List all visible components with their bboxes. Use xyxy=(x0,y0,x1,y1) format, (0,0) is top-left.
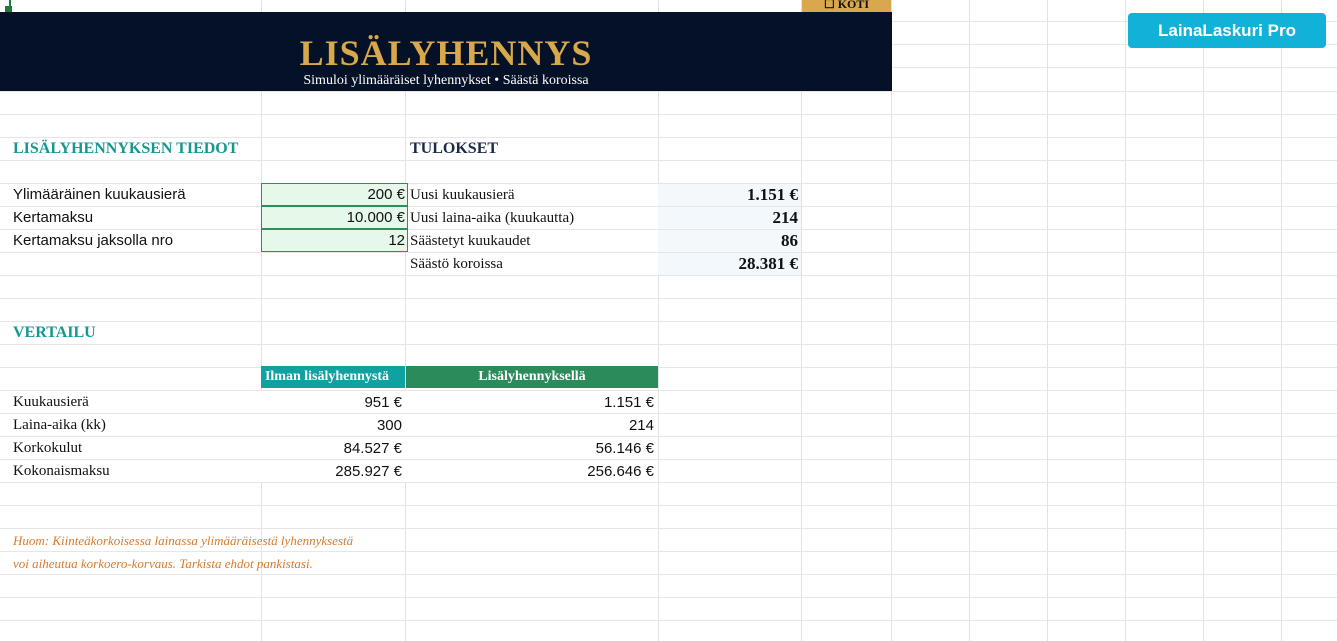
details-heading: LISÄLYHENNYKSEN TIEDOT xyxy=(13,140,239,157)
result-label-new-term: Uusi laina-aika (kuukautta) xyxy=(410,210,575,226)
comparison-label: Laina-aika (kk) xyxy=(13,417,106,433)
comparison-value-without: 300 xyxy=(376,417,402,434)
extra-monthly-input[interactable]: 200 € xyxy=(261,183,408,206)
extra-monthly-label: Ylimääräinen kuukausierä xyxy=(13,186,186,203)
lump-sum-period-input[interactable]: 12 xyxy=(261,229,408,252)
result-label-saved-months: Säästetyt kuukaudet xyxy=(410,233,531,249)
page-title: LISÄLYHENNYS xyxy=(299,33,593,73)
note-line-1: Huom: Kiinteäkorkoisessa lainassa ylimää… xyxy=(13,533,354,548)
comparison-value-without: 285.927 € xyxy=(335,463,402,480)
comparison-label: Kuukausierä xyxy=(13,394,89,410)
result-value-saved-months: 86 xyxy=(781,231,798,250)
checkbox-icon: ☐ xyxy=(823,0,838,11)
result-value-new-term: 214 xyxy=(772,208,799,227)
lump-sum-period-label: Kertamaksu jaksolla nro xyxy=(13,232,174,249)
result-value-new-payment: 1.151 € xyxy=(747,185,798,204)
column-header-with: Lisälyhennyksellä xyxy=(406,366,658,388)
comparison-value-with: 256.646 € xyxy=(587,463,654,480)
header-banner: LISÄLYHENNYS Simuloi ylimääräiset lyhenn… xyxy=(0,12,892,91)
page-subtitle: Simuloi ylimääräiset lyhennykset • Sääst… xyxy=(303,73,589,88)
comparison-value-with: 1.151 € xyxy=(603,394,654,411)
home-button[interactable]: ☐ KOTI xyxy=(802,0,891,12)
column-header-without: Ilman lisälyhennystä xyxy=(261,366,405,388)
lump-sum-label: Kertamaksu xyxy=(13,209,94,226)
comparison-value-with: 56.146 € xyxy=(595,440,654,457)
comparison-value-without: 951 € xyxy=(364,394,402,411)
lump-sum-input[interactable]: 10.000 € xyxy=(261,206,408,229)
comparison-heading: VERTAILU xyxy=(13,324,96,341)
brand-button[interactable]: LainaLaskuri Pro xyxy=(1128,13,1326,48)
comparison-value-without: 84.527 € xyxy=(343,440,402,457)
results-heading: TULOKSET xyxy=(410,140,499,157)
comparison-label: Korkokulut xyxy=(13,440,83,456)
result-value-interest-saving: 28.381 € xyxy=(738,254,799,273)
result-label-new-payment: Uusi kuukausierä xyxy=(410,187,515,203)
result-label-interest-saving: Säästö koroissa xyxy=(410,256,503,272)
comparison-value-with: 214 xyxy=(628,417,654,434)
comparison-label: Kokonaismaksu xyxy=(13,463,110,479)
note-line-2: voi aiheutua korkoero-korvaus. Tarkista … xyxy=(13,556,313,571)
